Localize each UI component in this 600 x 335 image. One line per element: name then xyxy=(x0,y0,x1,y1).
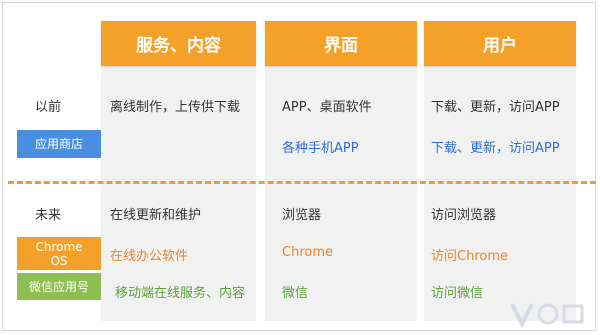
future-row2-content: 在线办公软件 xyxy=(110,249,189,264)
tag-app-store: 应用商店 xyxy=(17,130,101,158)
time-divider xyxy=(8,181,596,184)
tag-chrome-os-line2: OS xyxy=(50,253,68,268)
future-row3-user: 访问微信 xyxy=(431,286,484,301)
row-label-past: 以前 xyxy=(35,100,62,115)
tag-chrome-os: Chrome OS xyxy=(17,237,101,270)
past-row1-content: 离线制作，上传供下载 xyxy=(110,100,241,115)
future-row2-user: 访问Chrome xyxy=(431,249,508,264)
header-user: 用户 xyxy=(424,21,576,66)
tag-chrome-os-line1: Chrome xyxy=(35,239,83,254)
past-row1-user: 下载、更新，访问APP xyxy=(431,100,560,115)
tag-wechat-app: 微信应用号 xyxy=(17,273,101,300)
past-row2-interface: 各种手机APP xyxy=(282,141,359,156)
future-row3-interface: 微信 xyxy=(282,286,309,301)
future-row3-content: 移动端在线服务、内容 xyxy=(115,286,246,301)
future-row1-interface: 浏览器 xyxy=(282,208,322,223)
future-row1-content: 在线更新和维护 xyxy=(110,208,202,223)
future-row2-interface: Chrome xyxy=(282,245,333,260)
past-row1-interface: APP、桌面软件 xyxy=(282,100,372,115)
watermark-logo-icon xyxy=(510,303,584,328)
past-row2-user: 下载、更新，访问APP xyxy=(431,141,560,156)
header-interface: 界面 xyxy=(265,21,417,66)
header-content: 服务、内容 xyxy=(101,21,256,66)
future-row1-user: 访问浏览器 xyxy=(431,208,497,223)
row-label-future: 未来 xyxy=(35,208,62,223)
